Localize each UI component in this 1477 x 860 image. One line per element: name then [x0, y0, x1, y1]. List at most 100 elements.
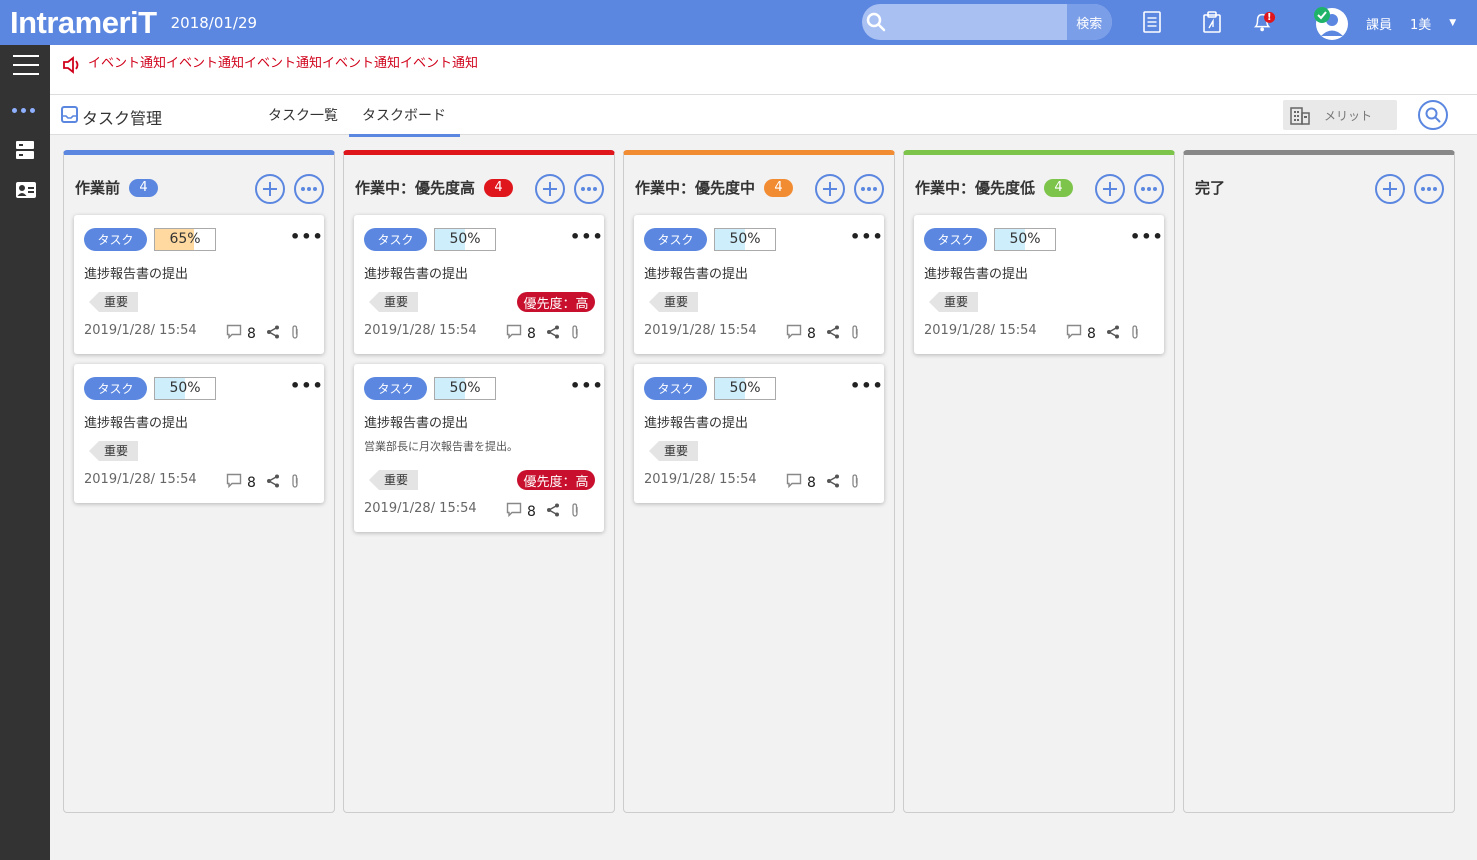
share-icon[interactable] — [546, 502, 560, 521]
tab-task-board[interactable]: タスクボード — [349, 105, 460, 137]
board-column: 作業中：優先度中 4 タスク 50% ••• 進捗報告書の提出 重要 2019/1/28/ 1… — [623, 150, 895, 813]
task-card[interactable]: タスク 50% ••• 進捗報告書の提出 重要 2019/1/28/ 15:54 8 — [634, 215, 884, 354]
card-datetime: 2019/1/28/ 15:54 — [364, 501, 477, 516]
column-header: 作業中：優先度低 4 — [915, 177, 1074, 198]
comment-icon[interactable] — [226, 324, 242, 343]
tab-task-list[interactable]: タスク一覧 — [268, 105, 338, 125]
share-icon[interactable] — [266, 324, 280, 343]
app-logo[interactable]: IntrameriT — [10, 5, 157, 41]
column-header: 完了 — [1195, 177, 1225, 198]
column-more-button[interactable] — [294, 174, 324, 204]
card-datetime: 2019/1/28/ 15:54 — [644, 323, 757, 338]
document-icon[interactable] — [1140, 10, 1164, 34]
share-icon[interactable] — [1106, 324, 1120, 343]
comment-icon[interactable] — [786, 324, 802, 343]
column-more-button[interactable] — [854, 174, 884, 204]
chevron-down-icon[interactable]: ▼ — [1449, 18, 1456, 28]
more-horizontal-icon — [581, 187, 597, 191]
event-notice-text[interactable]: イベント通知イベント通知イベント通知イベント通知イベント通知 — [88, 52, 478, 71]
server-list-icon[interactable] — [15, 140, 37, 160]
sub-header: タスク管理 タスク一覧 タスクボード メリット — [50, 95, 1477, 137]
paperclip-icon[interactable] — [570, 502, 580, 521]
share-icon[interactable] — [826, 473, 840, 492]
more-apps-icon[interactable] — [12, 108, 35, 113]
comment-icon[interactable] — [786, 473, 802, 492]
paperclip-icon[interactable] — [1130, 324, 1140, 343]
sidebar — [0, 45, 50, 860]
add-card-button[interactable] — [1095, 174, 1125, 204]
column-more-button[interactable] — [574, 174, 604, 204]
add-card-button[interactable] — [815, 174, 845, 204]
board-search-button[interactable] — [1418, 100, 1448, 130]
paperclip-icon[interactable] — [570, 324, 580, 343]
card-meta: 8 — [786, 324, 860, 343]
column-header: 作業前 4 — [75, 177, 159, 198]
card-meta: 8 — [506, 324, 580, 343]
search-icon — [862, 4, 890, 40]
search-input[interactable] — [889, 4, 1067, 40]
progress-value: 50% — [729, 380, 761, 396]
progress-value: 65% — [169, 231, 201, 247]
card-menu-button[interactable]: ••• — [290, 227, 324, 246]
card-menu-button[interactable]: ••• — [1130, 227, 1164, 246]
task-card[interactable]: タスク 65% ••• 進捗報告書の提出 重要 2019/1/28/ 15:54 8 — [74, 215, 324, 354]
avatar[interactable] — [1312, 5, 1348, 41]
comment-icon[interactable] — [506, 324, 522, 343]
plus-icon — [823, 182, 837, 196]
notice-bar: イベント通知イベント通知イベント通知イベント通知イベント通知 — [50, 45, 1477, 95]
page-title: タスク管理 — [82, 109, 163, 128]
add-card-button[interactable] — [535, 174, 565, 204]
hamburger-menu-icon[interactable] — [13, 55, 39, 77]
comment-icon[interactable] — [506, 502, 522, 521]
importance-label: 重要 — [369, 470, 419, 490]
search-button[interactable]: 検索 — [1066, 4, 1112, 40]
task-type-tag: タスク — [644, 377, 707, 400]
comment-count: 8 — [807, 325, 816, 342]
comment-icon[interactable] — [226, 473, 242, 492]
add-card-button[interactable] — [255, 174, 285, 204]
comment-icon[interactable] — [1066, 324, 1082, 343]
contact-card-icon[interactable] — [15, 181, 37, 201]
task-card[interactable]: タスク 50% ••• 進捗報告書の提出 営業部長に月次報告書を提出。 重要 優先度：高 20… — [354, 364, 604, 532]
paperclip-icon[interactable] — [850, 324, 860, 343]
importance-label-text: 重要 — [929, 292, 979, 312]
card-menu-button[interactable]: ••• — [570, 376, 604, 395]
task-type-tag: タスク — [364, 377, 427, 400]
card-datetime: 2019/1/28/ 15:54 — [924, 323, 1037, 338]
card-menu-button[interactable]: ••• — [850, 227, 884, 246]
task-card[interactable]: タスク 50% ••• 進捗報告書の提出 重要 2019/1/28/ 15:54 8 — [634, 364, 884, 503]
task-card[interactable]: タスク 50% ••• 進捗報告書の提出 重要 2019/1/28/ 15:54 8 — [914, 215, 1164, 354]
more-horizontal-icon — [1141, 187, 1157, 191]
current-date: 2018/01/29 — [170, 13, 258, 32]
progress-indicator: 50% — [434, 228, 496, 251]
progress-value: 50% — [729, 231, 761, 247]
card-menu-button[interactable]: ••• — [850, 376, 884, 395]
column-more-button[interactable] — [1414, 174, 1444, 204]
paperclip-icon[interactable] — [290, 324, 300, 343]
bell-icon[interactable]: ! — [1252, 10, 1276, 34]
card-menu-button[interactable]: ••• — [570, 227, 604, 246]
add-card-button[interactable] — [1375, 174, 1405, 204]
paperclip-icon[interactable] — [850, 473, 860, 492]
share-icon[interactable] — [266, 473, 280, 492]
task-card[interactable]: タスク 50% ••• 進捗報告書の提出 重要 2019/1/28/ 15:54 8 — [74, 364, 324, 503]
column-more-button[interactable] — [1134, 174, 1164, 204]
task-card[interactable]: タスク 50% ••• 進捗報告書の提出 重要 優先度：高 2019/1/28/ 15:54… — [354, 215, 604, 354]
card-meta: 8 — [1066, 324, 1140, 343]
progress-indicator: 50% — [994, 228, 1056, 251]
share-icon[interactable] — [546, 324, 560, 343]
user-menu[interactable]: 課員 1美 ▼ — [1312, 5, 1456, 41]
comment-count: 8 — [807, 474, 816, 491]
merit-label: メリット — [1324, 108, 1373, 123]
board-column: 作業中：優先度高 4 タスク 50% ••• 進捗報告書の提出 重要 優先度：高 2019/1/… — [343, 150, 615, 813]
card-menu-button[interactable]: ••• — [290, 376, 324, 395]
comment-count: 8 — [1087, 325, 1096, 342]
paperclip-icon[interactable] — [290, 473, 300, 492]
more-horizontal-icon — [1421, 187, 1437, 191]
clipboard-icon[interactable] — [1200, 10, 1224, 34]
user-role: 課員 — [1366, 17, 1393, 33]
card-title: 進捗報告書の提出 — [364, 267, 469, 282]
card-title: 進捗報告書の提出 — [644, 416, 749, 431]
merit-selector[interactable]: メリット — [1283, 100, 1397, 130]
share-icon[interactable] — [826, 324, 840, 343]
